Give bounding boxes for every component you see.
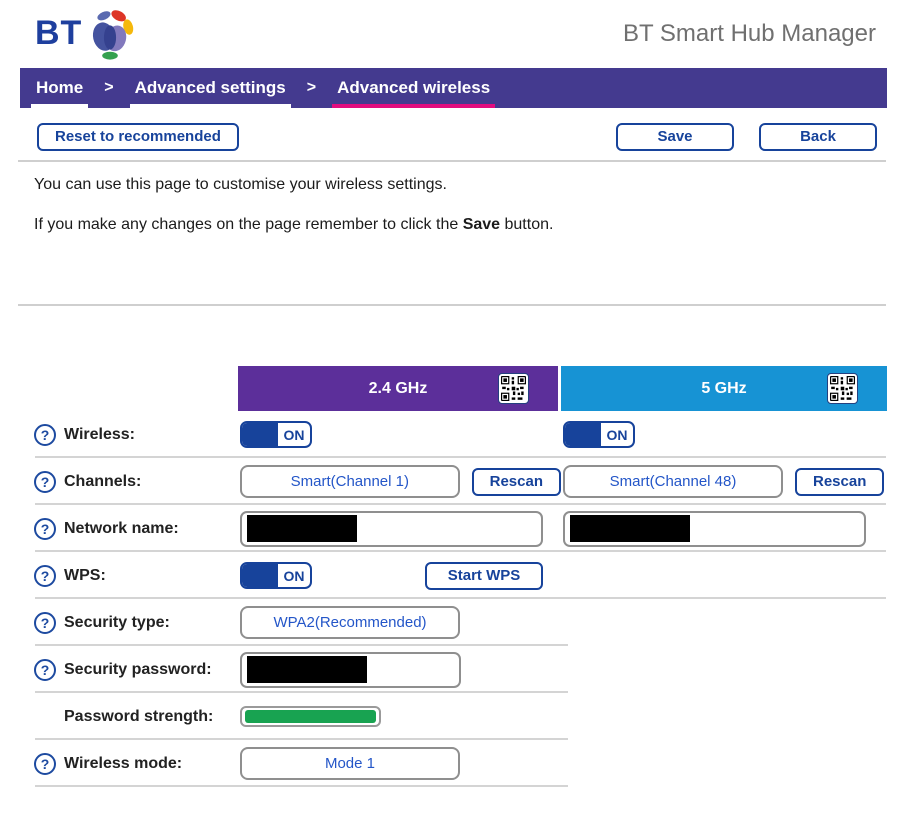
nav-item-advanced-settings-label: Advanced settings bbox=[135, 78, 286, 98]
security-type-select[interactable]: WPA2(Recommended) bbox=[240, 606, 460, 639]
chevron-right-icon: > bbox=[104, 79, 113, 97]
qr-code-icon[interactable] bbox=[498, 373, 529, 404]
bt-logo-text: BT bbox=[35, 7, 82, 59]
security-password-label: Security password: bbox=[64, 661, 212, 679]
setting-row-network-name: ? Network name: bbox=[20, 505, 887, 552]
setting-row-security-type: ? Security type: WPA2(Recommended) bbox=[20, 599, 887, 646]
divider bbox=[18, 160, 886, 162]
setting-row-password-strength: Password strength: bbox=[20, 693, 887, 740]
channels-label: Channels: bbox=[64, 473, 141, 491]
band-24-header: 2.4 GHz bbox=[238, 366, 558, 411]
toggle-knob bbox=[242, 423, 278, 446]
channel-select-5ghz[interactable]: Smart(Channel 48) bbox=[563, 465, 783, 498]
page-header: BT BT Smart Hub Manager bbox=[0, 0, 904, 68]
setting-row-wps: ? WPS: ON Start WPS bbox=[20, 552, 887, 599]
back-button[interactable]: Back bbox=[759, 123, 877, 151]
wps-toggle[interactable]: ON bbox=[240, 562, 312, 589]
toggle-state-label: ON bbox=[278, 423, 310, 446]
security-password-input[interactable] bbox=[240, 652, 461, 688]
nav-item-advanced-wireless[interactable]: Advanced wireless bbox=[337, 68, 490, 108]
nav-item-advanced-settings[interactable]: Advanced settings bbox=[135, 68, 286, 108]
security-type-label: Security type: bbox=[64, 614, 170, 632]
band-header-row: 2.4 GHz 5 GHz bbox=[20, 366, 887, 411]
reset-to-recommended-button[interactable]: Reset to recommended bbox=[37, 123, 239, 151]
band-5-label: 5 GHz bbox=[701, 380, 746, 398]
breadcrumb: Home > Advanced settings > Advanced wire… bbox=[20, 68, 887, 108]
toggle-knob bbox=[242, 564, 278, 587]
band-5-header: 5 GHz bbox=[561, 366, 887, 411]
nav-item-home[interactable]: Home bbox=[36, 68, 83, 108]
intro-line-1: You can use this page to customise your … bbox=[34, 176, 904, 194]
bt-logo: BT bbox=[35, 7, 136, 61]
toggle-knob bbox=[565, 423, 601, 446]
setting-row-channels: ? Channels: Smart(Channel 1) Rescan Smar… bbox=[20, 458, 887, 505]
wireless-mode-label: Wireless mode: bbox=[64, 755, 182, 773]
rescan-button-5ghz[interactable]: Rescan bbox=[795, 468, 884, 496]
channel-select-24ghz[interactable]: Smart(Channel 1) bbox=[240, 465, 460, 498]
setting-row-wireless: ? Wireless: ON ON bbox=[20, 411, 887, 458]
password-strength-label: Password strength: bbox=[64, 708, 213, 726]
network-name-label: Network name: bbox=[64, 520, 179, 538]
setting-row-security-password: ? Security password: bbox=[20, 646, 887, 693]
wps-label: WPS: bbox=[64, 567, 106, 585]
toggle-state-label: ON bbox=[278, 564, 310, 587]
page-title: BT Smart Hub Manager bbox=[623, 20, 876, 48]
help-icon[interactable]: ? bbox=[34, 471, 56, 493]
bt-globe-icon bbox=[84, 7, 136, 61]
nav-item-advanced-wireless-label: Advanced wireless bbox=[337, 78, 490, 98]
nav-item-home-label: Home bbox=[36, 78, 83, 98]
toggle-state-label: ON bbox=[601, 423, 633, 446]
bt-smart-hub-page: BT BT Smart Hub Manager Home > Advanced … bbox=[0, 0, 904, 821]
network-name-input-24ghz[interactable] bbox=[240, 511, 543, 547]
wireless-label: Wireless: bbox=[64, 426, 135, 444]
wireless-toggle-24ghz[interactable]: ON bbox=[240, 421, 312, 448]
setting-row-wireless-mode: ? Wireless mode: Mode 1 bbox=[20, 740, 887, 787]
help-icon[interactable]: ? bbox=[34, 565, 56, 587]
help-icon[interactable]: ? bbox=[34, 753, 56, 775]
wireless-settings-table: 2.4 GHz 5 GHz bbox=[20, 366, 887, 787]
help-icon[interactable]: ? bbox=[34, 659, 56, 681]
band-24-label: 2.4 GHz bbox=[369, 380, 428, 398]
save-button[interactable]: Save bbox=[616, 123, 734, 151]
start-wps-button[interactable]: Start WPS bbox=[425, 562, 543, 590]
network-name-input-5ghz[interactable] bbox=[563, 511, 866, 547]
password-strength-meter bbox=[240, 706, 381, 727]
nav-advanced-settings-underline bbox=[130, 104, 291, 108]
divider bbox=[18, 304, 886, 306]
help-icon[interactable]: ? bbox=[34, 518, 56, 540]
wireless-toggle-5ghz[interactable]: ON bbox=[563, 421, 635, 448]
help-icon[interactable]: ? bbox=[34, 424, 56, 446]
rescan-button-24ghz[interactable]: Rescan bbox=[472, 468, 561, 496]
redacted-value bbox=[247, 656, 367, 683]
qr-code-icon[interactable] bbox=[827, 373, 858, 404]
nav-advanced-wireless-underline-active bbox=[332, 104, 495, 108]
redacted-value bbox=[247, 515, 357, 542]
redacted-value bbox=[570, 515, 690, 542]
help-icon[interactable]: ? bbox=[34, 612, 56, 634]
toolbar: Reset to recommended Save Back bbox=[37, 123, 877, 151]
chevron-right-icon: > bbox=[307, 79, 316, 97]
wireless-mode-select[interactable]: Mode 1 bbox=[240, 747, 460, 780]
nav-home-underline bbox=[31, 104, 88, 108]
intro-line-2: If you make any changes on the page reme… bbox=[34, 216, 904, 234]
password-strength-fill bbox=[245, 710, 376, 723]
row-divider bbox=[35, 785, 568, 787]
